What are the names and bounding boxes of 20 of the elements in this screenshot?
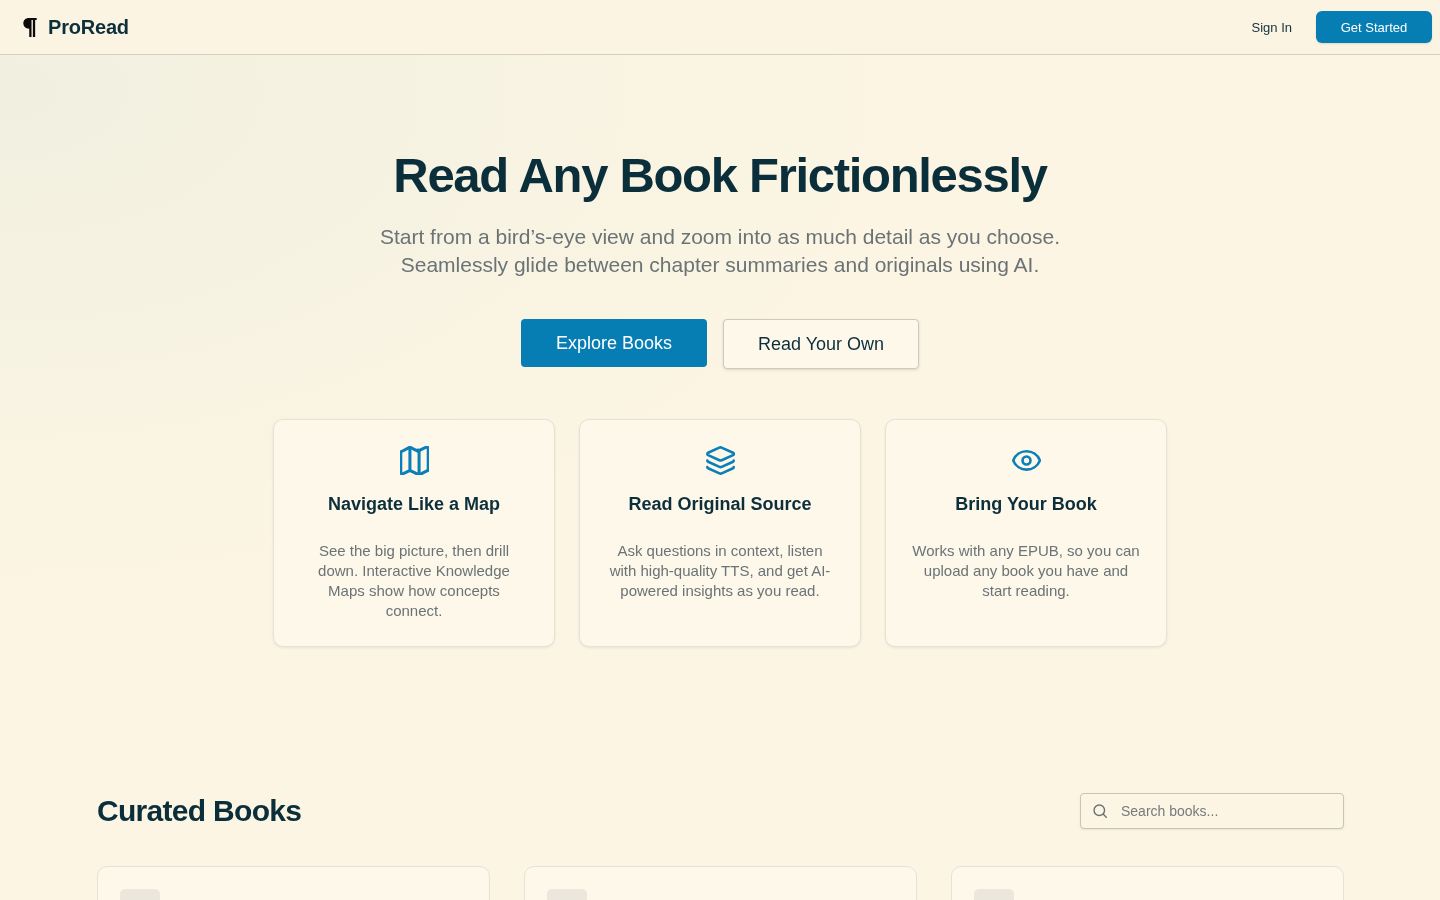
- read-your-own-button[interactable]: Read Your Own: [723, 319, 919, 369]
- hero-subtitle: Start from a bird’s-eye view and zoom into as much detail as you choose.: [379, 224, 1061, 250]
- feature-description: Works with any EPUB, so you can upload any book you have and start reading.: [912, 541, 1140, 601]
- search-icon: [1093, 804, 1107, 818]
- brand-name[interactable]: ProRead: [48, 15, 129, 39]
- folded-map-icon: [399, 446, 429, 475]
- explore-books-button[interactable]: Explore Books: [521, 319, 707, 367]
- feature-title: Bring Your Book: [955, 493, 1097, 516]
- hero-subtitle: Seamlessly glide between chapter summaries and originals using AI.: [400, 252, 1040, 278]
- hero-title: Read Any Book Frictionlessly: [393, 147, 1047, 204]
- layers-icon: [705, 446, 735, 475]
- pilcrow-logo-icon: [22, 16, 38, 38]
- section-title: Curated Books: [97, 793, 302, 829]
- feature-title: Navigate Like a Map: [327, 493, 501, 516]
- feature-title: Read Original Source: [628, 493, 812, 516]
- get-started-button[interactable]: Get Started: [1316, 11, 1432, 43]
- search-field[interactable]: Search books...: [1080, 793, 1344, 829]
- feature-description: Ask questions in context, listen with high-quality TTS, and get AI-powered insights as you read.: [608, 541, 832, 601]
- sign-in-link[interactable]: Sign In: [1251, 19, 1292, 35]
- feature-description: See the big picture, then drill down. Interactive Knowledge Maps show how concepts connect.: [317, 541, 511, 621]
